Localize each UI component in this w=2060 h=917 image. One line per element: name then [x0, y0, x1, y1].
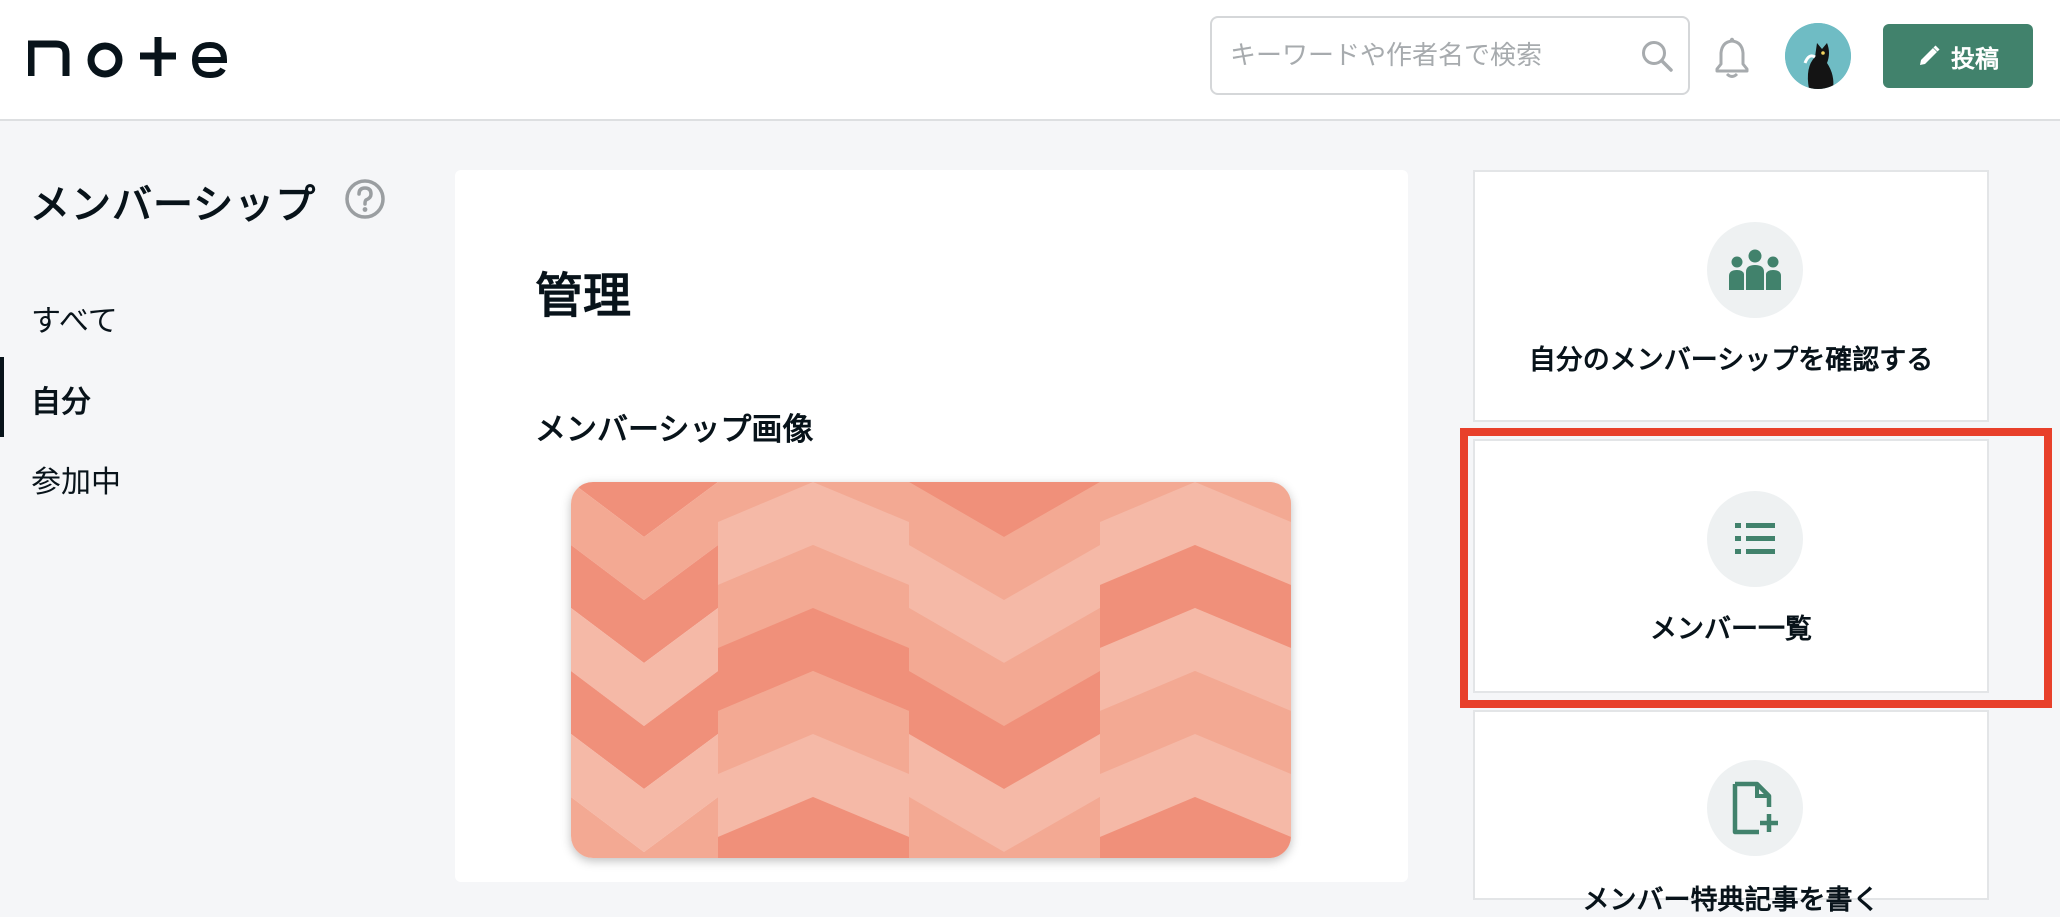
- write-member-article-card[interactable]: メンバー特典記事を書く: [1473, 710, 1989, 916]
- page-title: 管理: [535, 268, 632, 324]
- search-icon[interactable]: [1626, 18, 1688, 93]
- sidebar-item-all[interactable]: すべて: [31, 296, 118, 340]
- membership-image[interactable]: [571, 482, 1291, 858]
- file-add-icon: [1707, 760, 1803, 856]
- post-button[interactable]: 投稿: [1883, 24, 2033, 88]
- post-button-label: 投稿: [1951, 44, 1999, 73]
- search-box[interactable]: [1210, 16, 1690, 95]
- people-group-icon: [1707, 222, 1803, 318]
- highlight-annotation: [1460, 428, 2052, 708]
- membership-image-label: メンバーシップ画像: [535, 412, 814, 448]
- notification-bell-icon[interactable]: [1712, 36, 1752, 80]
- top-header: note: [0, 0, 2060, 121]
- help-icon[interactable]: [344, 178, 386, 220]
- note-logo[interactable]: note: [28, 32, 228, 80]
- sidebar-item-mine[interactable]: 自分: [31, 377, 91, 421]
- my-membership-label: 自分のメンバーシップを確認する: [1528, 345, 1934, 376]
- pencil-icon: [1920, 45, 1940, 65]
- user-avatar[interactable]: [1785, 23, 1851, 89]
- write-member-article-label: メンバー特典記事を書く: [1582, 885, 1880, 916]
- search-input[interactable]: [1212, 18, 1626, 93]
- sidebar-item-joined[interactable]: 参加中: [31, 457, 121, 501]
- my-membership-card[interactable]: 自分のメンバーシップを確認する: [1473, 170, 1989, 422]
- sidebar-active-indicator: [0, 357, 4, 437]
- sidebar-title: メンバーシップ: [30, 182, 317, 228]
